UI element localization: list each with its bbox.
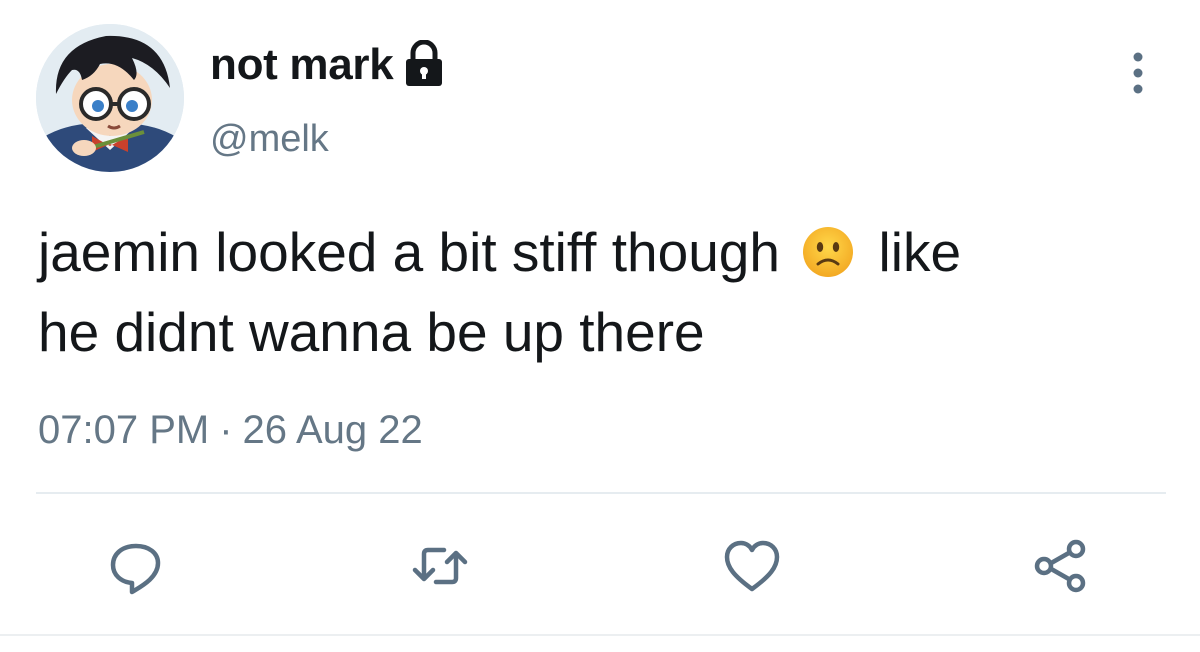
more-options-icon[interactable] bbox=[1120, 50, 1156, 96]
display-name-row[interactable]: not mark bbox=[210, 40, 445, 90]
share-button[interactable] bbox=[1030, 536, 1090, 596]
tweet-text-line-1: jaemin looked a bit stiff though like bbox=[38, 212, 1168, 292]
share-icon bbox=[1034, 539, 1086, 593]
retweet-button[interactable] bbox=[410, 536, 470, 596]
tweet-card: not mark @melk jaemin looked a bit stiff… bbox=[0, 0, 1200, 652]
avatar[interactable] bbox=[36, 24, 184, 172]
bottom-divider bbox=[0, 634, 1200, 636]
heart-icon bbox=[724, 540, 780, 592]
slightly-frowning-face-icon bbox=[803, 227, 854, 277]
tweet-time: 07:07 PM bbox=[38, 408, 210, 452]
meta-separator: · bbox=[219, 408, 233, 452]
user-handle[interactable]: @melk bbox=[210, 118, 329, 161]
lock-icon bbox=[406, 40, 443, 86]
like-button[interactable] bbox=[722, 536, 782, 596]
tweet-text-line-2: he didnt wanna be up there bbox=[38, 301, 705, 363]
tweet-text: jaemin looked a bit stiff though like he… bbox=[38, 212, 1168, 372]
tweet-text-segment: like bbox=[863, 221, 962, 283]
tweet-text-segment: jaemin looked a bit stiff though bbox=[38, 221, 796, 283]
reply-button[interactable] bbox=[106, 536, 166, 596]
tweet-timestamp[interactable]: 07:07 PM · 26 Aug 22 bbox=[38, 408, 423, 453]
divider bbox=[36, 492, 1166, 494]
retweet-icon bbox=[412, 547, 468, 585]
display-name[interactable]: not mark bbox=[210, 40, 394, 90]
reply-icon bbox=[110, 543, 161, 595]
anime-character-avatar-icon bbox=[36, 24, 184, 172]
tweet-date: 26 Aug 22 bbox=[242, 408, 423, 452]
